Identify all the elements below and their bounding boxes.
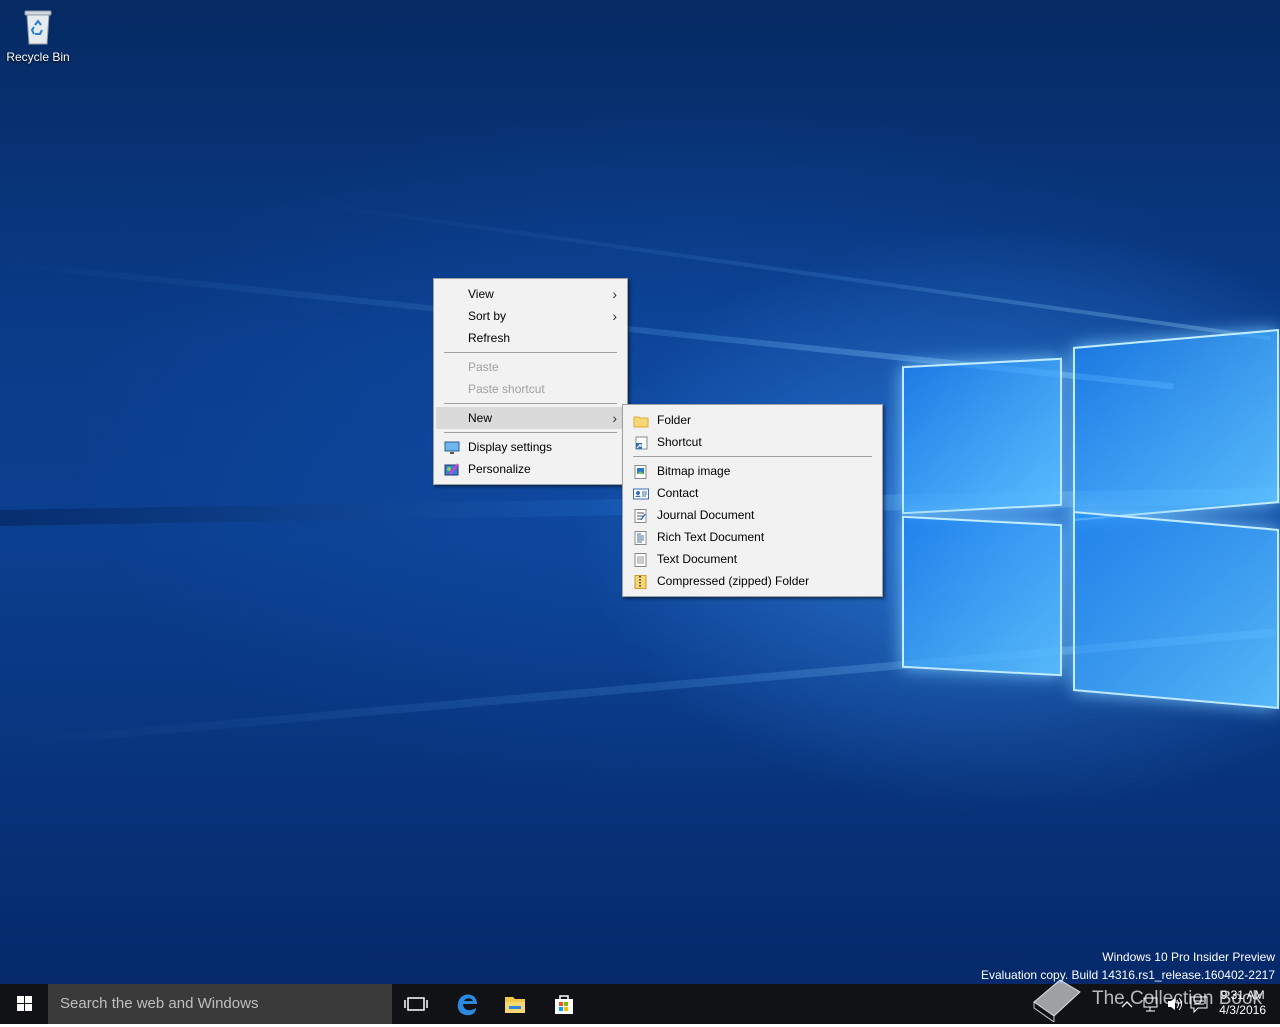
new-item-compressed-folder[interactable]: Compressed (zipped) Folder <box>623 570 882 592</box>
menu-separator <box>633 456 872 457</box>
menu-item-label: New <box>468 411 493 425</box>
menu-separator <box>444 403 617 404</box>
search-box[interactable]: Search the web and Windows <box>48 984 392 1024</box>
new-item-contact[interactable]: Contact <box>623 482 882 504</box>
menu-item-display-settings[interactable]: Display settings <box>434 436 627 458</box>
taskbar: Search the web and Windows 9:31 AM 4/3/2… <box>0 984 1280 1024</box>
edge-browser-button[interactable] <box>443 984 491 1024</box>
menu-item-label: Shortcut <box>657 435 702 449</box>
chevron-right-icon: › <box>612 308 617 324</box>
file-explorer-icon <box>505 997 525 1013</box>
menu-item-label: Text Document <box>657 552 738 566</box>
overlay-watermark: The Collection Book <box>1030 972 1262 1023</box>
shortcut-icon <box>633 435 649 450</box>
book-icon <box>1033 979 1081 1023</box>
windows-logo-pane <box>902 515 1062 677</box>
menu-item-label: View <box>468 287 494 301</box>
menu-item-label: Rich Text Document <box>657 530 765 544</box>
recycle-bin[interactable]: Recycle Bin <box>4 6 72 64</box>
menu-separator <box>444 432 617 433</box>
menu-item-refresh[interactable]: Refresh <box>434 327 627 349</box>
menu-item-label: Refresh <box>468 331 511 345</box>
edge-icon <box>457 994 477 1016</box>
bitmap-icon <box>633 464 649 479</box>
chevron-right-icon: › <box>612 286 617 302</box>
display-icon <box>444 440 460 454</box>
menu-item-label: Folder <box>657 413 692 427</box>
windows-logo-pane <box>1073 510 1279 710</box>
store-icon <box>555 995 573 1014</box>
menu-item-label: Compressed (zipped) Folder <box>657 574 810 588</box>
text-document-icon <box>633 552 649 567</box>
new-item-bitmap-image[interactable]: Bitmap image <box>623 460 882 482</box>
menu-item-personalize[interactable]: Personalize <box>434 458 627 480</box>
new-item-shortcut[interactable]: Shortcut <box>623 431 882 453</box>
new-submenu: Folder Shortcut Bitmap image Contact Jou… <box>622 404 883 597</box>
menu-separator <box>444 352 617 353</box>
menu-item-label: Journal Document <box>657 508 755 522</box>
desktop-context-menu: View › Sort by › Refresh Paste Paste sho… <box>433 278 628 485</box>
task-view-button[interactable] <box>392 984 440 1024</box>
overlay-watermark-text: The Collection Book <box>1092 988 1263 1009</box>
personalize-icon <box>444 462 460 476</box>
contact-icon <box>633 486 649 500</box>
windows-start-icon <box>17 996 32 1011</box>
journal-icon <box>633 508 649 523</box>
menu-item-label: Bitmap image <box>657 464 731 478</box>
rich-text-icon <box>633 530 649 545</box>
windows-logo-pane <box>1073 328 1279 522</box>
menu-item-label: Sort by <box>468 309 507 323</box>
search-placeholder: Search the web and Windows <box>60 995 259 1012</box>
menu-item-paste: Paste <box>434 356 627 378</box>
new-item-folder[interactable]: Folder <box>623 409 882 431</box>
recycle-bin-icon <box>23 8 53 45</box>
menu-item-label: Display settings <box>468 440 553 454</box>
new-item-journal-document[interactable]: Journal Document <box>623 504 882 526</box>
start-button[interactable] <box>0 984 48 1024</box>
task-view-icon <box>404 997 428 1011</box>
file-explorer-button[interactable] <box>491 984 539 1024</box>
menu-item-label: Paste <box>468 360 499 374</box>
menu-item-sort-by[interactable]: Sort by › <box>434 305 627 327</box>
menu-item-label: Paste shortcut <box>468 382 545 396</box>
menu-item-view[interactable]: View › <box>434 283 627 305</box>
menu-item-new[interactable]: New › <box>436 407 625 429</box>
chevron-right-icon: › <box>612 410 617 426</box>
menu-item-label: Personalize <box>468 462 531 476</box>
recycle-bin-label: Recycle Bin <box>6 50 70 64</box>
build-watermark-edition: Windows 10 Pro Insider Preview <box>1102 950 1275 964</box>
new-item-rich-text-document[interactable]: Rich Text Document <box>623 526 882 548</box>
windows-logo-pane <box>902 357 1062 515</box>
build-watermark-build: Evaluation copy. Build 14316.rs1_release… <box>981 968 1275 982</box>
store-button[interactable] <box>540 984 588 1024</box>
menu-item-label: Contact <box>657 486 699 500</box>
new-item-text-document[interactable]: Text Document <box>623 548 882 570</box>
menu-item-paste-shortcut: Paste shortcut <box>434 378 627 400</box>
folder-icon <box>633 413 649 428</box>
zip-folder-icon <box>633 574 649 589</box>
